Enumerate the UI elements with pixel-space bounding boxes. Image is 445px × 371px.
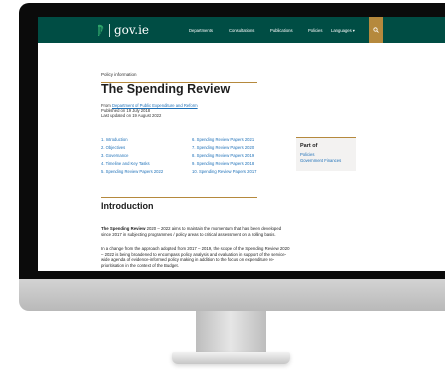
section-divider bbox=[101, 197, 257, 198]
part-of-link-government-finances[interactable]: Government Finances bbox=[300, 158, 341, 163]
introduction-paragraph-2: In a change from the approach adopted fr… bbox=[101, 246, 290, 268]
toc-link-papers-2021[interactable]: 6. Spending Review Papers 2021 bbox=[192, 137, 254, 142]
nav-label: Departments bbox=[189, 27, 213, 33]
toc-link-papers-2020[interactable]: 7. Spending Review Papers 2020 bbox=[192, 145, 254, 150]
logo-divider bbox=[109, 23, 110, 37]
part-of-panel: Part of Policies Government Finances bbox=[296, 137, 356, 171]
toc-link-papers-2019[interactable]: 8. Spending Review Papers 2019 bbox=[192, 153, 254, 158]
part-of-title: Part of bbox=[300, 143, 318, 149]
paragraph-bold-lead: The Spending Review bbox=[101, 226, 146, 231]
harp-icon bbox=[98, 24, 104, 36]
toc-link-papers-2018[interactable]: 9. Spending Review Papers 2018 bbox=[192, 161, 254, 166]
nav-label: Consultations bbox=[229, 27, 255, 33]
nav-consultations[interactable]: Consultations bbox=[229, 17, 254, 43]
toc-link-governance[interactable]: 3. Governance bbox=[101, 153, 128, 158]
monitor-stand-neck bbox=[196, 311, 266, 355]
site-logo[interactable]: gov.ie bbox=[96, 22, 149, 38]
chevron-down-icon: ▾ bbox=[352, 27, 355, 33]
nav-label: Policies bbox=[308, 27, 323, 33]
introduction-paragraph-1: The Spending Review 2020 – 2022 aims to … bbox=[101, 226, 291, 237]
site-header: gov.ie Departments Consultations Publica… bbox=[38, 17, 445, 43]
nav-departments[interactable]: Departments bbox=[189, 17, 213, 43]
toc-link-objectives[interactable]: 2. Objectives bbox=[101, 145, 125, 150]
search-icon bbox=[373, 27, 379, 33]
updated-date: Last updated on 19 August 2022 bbox=[101, 113, 162, 118]
toc-link-papers-2022[interactable]: 5. Spending Review Papers 2022 bbox=[101, 169, 163, 174]
toc-link-introduction[interactable]: 1. Introduction bbox=[101, 137, 128, 142]
browser-screen: gov.ie Departments Consultations Publica… bbox=[38, 17, 445, 271]
panel-divider bbox=[296, 137, 356, 138]
part-of-link-policies[interactable]: Policies bbox=[300, 152, 314, 157]
nav-label: Languages bbox=[331, 27, 352, 33]
monitor-scene: gov.ie Departments Consultations Publica… bbox=[0, 0, 445, 371]
search-button[interactable] bbox=[369, 17, 383, 43]
logo-text: gov.ie bbox=[114, 23, 150, 37]
page-content: Policy information The Spending Review F… bbox=[38, 43, 445, 271]
nav-policies[interactable]: Policies bbox=[308, 17, 322, 43]
page-kicker: Policy information bbox=[101, 72, 137, 77]
introduction-heading: Introduction bbox=[101, 201, 154, 211]
nav-label: Publications bbox=[270, 27, 293, 33]
monitor-stand-base bbox=[172, 352, 290, 364]
nav-publications[interactable]: Publications bbox=[270, 17, 293, 43]
monitor-chin bbox=[19, 279, 445, 311]
nav-languages[interactable]: Languages ▾ bbox=[331, 17, 355, 43]
page-title: The Spending Review bbox=[101, 82, 231, 96]
toc-link-papers-2017[interactable]: 10. Spending Review Papers 2017 bbox=[192, 169, 257, 174]
toc-link-timeline[interactable]: 4. Timeline and Key Tasks bbox=[101, 161, 150, 166]
